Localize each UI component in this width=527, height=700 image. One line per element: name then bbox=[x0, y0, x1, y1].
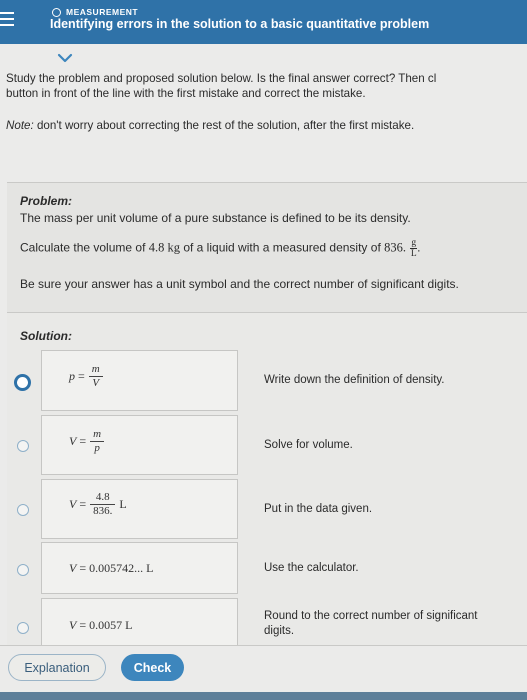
mass-value: 4.8 kg bbox=[148, 240, 180, 255]
instructions-line-2: button in front of the line with the fir… bbox=[6, 87, 366, 100]
instructions: Study the problem and proposed solution … bbox=[6, 71, 527, 101]
step-1-fraction: m V bbox=[88, 363, 103, 390]
topic-label: MEASUREMENT bbox=[66, 7, 139, 17]
instructions-line-1: Study the problem and proposed solution … bbox=[6, 72, 437, 85]
step-1-radio[interactable] bbox=[14, 374, 31, 391]
step-1-comment: Write down the definition of density. bbox=[264, 374, 445, 386]
collapse-header-button[interactable] bbox=[50, 48, 80, 68]
step-2-fraction: m p bbox=[90, 428, 105, 455]
step-1-equation: p = m V bbox=[69, 363, 107, 390]
solution-step-2: V = m p Solve for volume. bbox=[7, 415, 527, 477]
step-3-equation-box: V = 4.8 836. L bbox=[41, 479, 238, 539]
solution-step-1: p = m V Write down the definition of den… bbox=[7, 350, 527, 412]
note-text: don't worry about correcting the rest of… bbox=[33, 119, 415, 132]
app-header: MEASUREMENT Identifying errors in the so… bbox=[0, 0, 527, 44]
problem-heading: Problem: bbox=[20, 194, 73, 208]
solution-step-4: V = 0.005742... L Use the calculator. bbox=[7, 542, 527, 594]
step-2-radio[interactable] bbox=[17, 440, 29, 452]
step-3-unit: L bbox=[119, 497, 127, 511]
step-5-value: 0.0057 L bbox=[89, 618, 133, 632]
step-2-equation-box: V = m p bbox=[41, 415, 238, 475]
page-title: Identifying errors in the solution to a … bbox=[50, 17, 430, 31]
problem-hint: Be sure your answer has a unit symbol an… bbox=[20, 277, 459, 291]
step-1-equation-box: p = m V bbox=[41, 350, 238, 411]
step-5-comment: Round to the correct number of significa… bbox=[264, 610, 478, 637]
step-4-equation-box: V = 0.005742... L bbox=[41, 542, 238, 594]
hamburger-menu-icon[interactable] bbox=[0, 10, 16, 28]
solution-step-3: V = 4.8 836. L Put in the data given. bbox=[7, 479, 527, 541]
step-4-comment: Use the calculator. bbox=[264, 562, 359, 574]
step-2-comment: Solve for volume. bbox=[264, 439, 353, 451]
step-5-equation: V = 0.0057 L bbox=[69, 618, 133, 632]
step-5-equation-box: V = 0.0057 L bbox=[41, 598, 238, 646]
solution-heading: Solution: bbox=[20, 329, 72, 343]
step-4-value: 0.005742... L bbox=[89, 561, 154, 575]
step-3-fraction: 4.8 836. bbox=[90, 491, 116, 518]
check-button[interactable]: Check bbox=[121, 654, 184, 681]
bottom-bar bbox=[0, 692, 527, 700]
problem-statement-line-1: The mass per unit volume of a pure subst… bbox=[20, 211, 411, 225]
note: Note: don't worry about correcting the r… bbox=[6, 118, 414, 133]
footer-divider bbox=[0, 645, 527, 646]
problem-statement-line-2: Calculate the volume of 4.8 kg of a liqu… bbox=[20, 238, 421, 259]
density-value: 836. bbox=[384, 240, 406, 255]
problem-box: Problem: The mass per unit volume of a p… bbox=[7, 182, 527, 312]
step-5-radio[interactable] bbox=[17, 622, 29, 634]
solution-area: Solution: p = m V Write down the definit… bbox=[7, 312, 527, 646]
step-3-comment: Put in the data given. bbox=[264, 503, 373, 515]
step-4-radio[interactable] bbox=[17, 564, 29, 576]
step-4-equation: V = 0.005742... L bbox=[69, 561, 154, 575]
solution-step-5: V = 0.0057 L Round to the correct number… bbox=[7, 598, 527, 646]
step-3-radio[interactable] bbox=[17, 504, 29, 516]
step-2-equation: V = m p bbox=[69, 428, 108, 455]
step-3-equation: V = 4.8 836. L bbox=[69, 491, 127, 518]
explanation-button[interactable]: Explanation bbox=[8, 654, 106, 681]
chevron-down-icon bbox=[57, 53, 73, 63]
note-label: Note: bbox=[6, 119, 34, 132]
topic-progress-circle-icon bbox=[52, 7, 61, 17]
